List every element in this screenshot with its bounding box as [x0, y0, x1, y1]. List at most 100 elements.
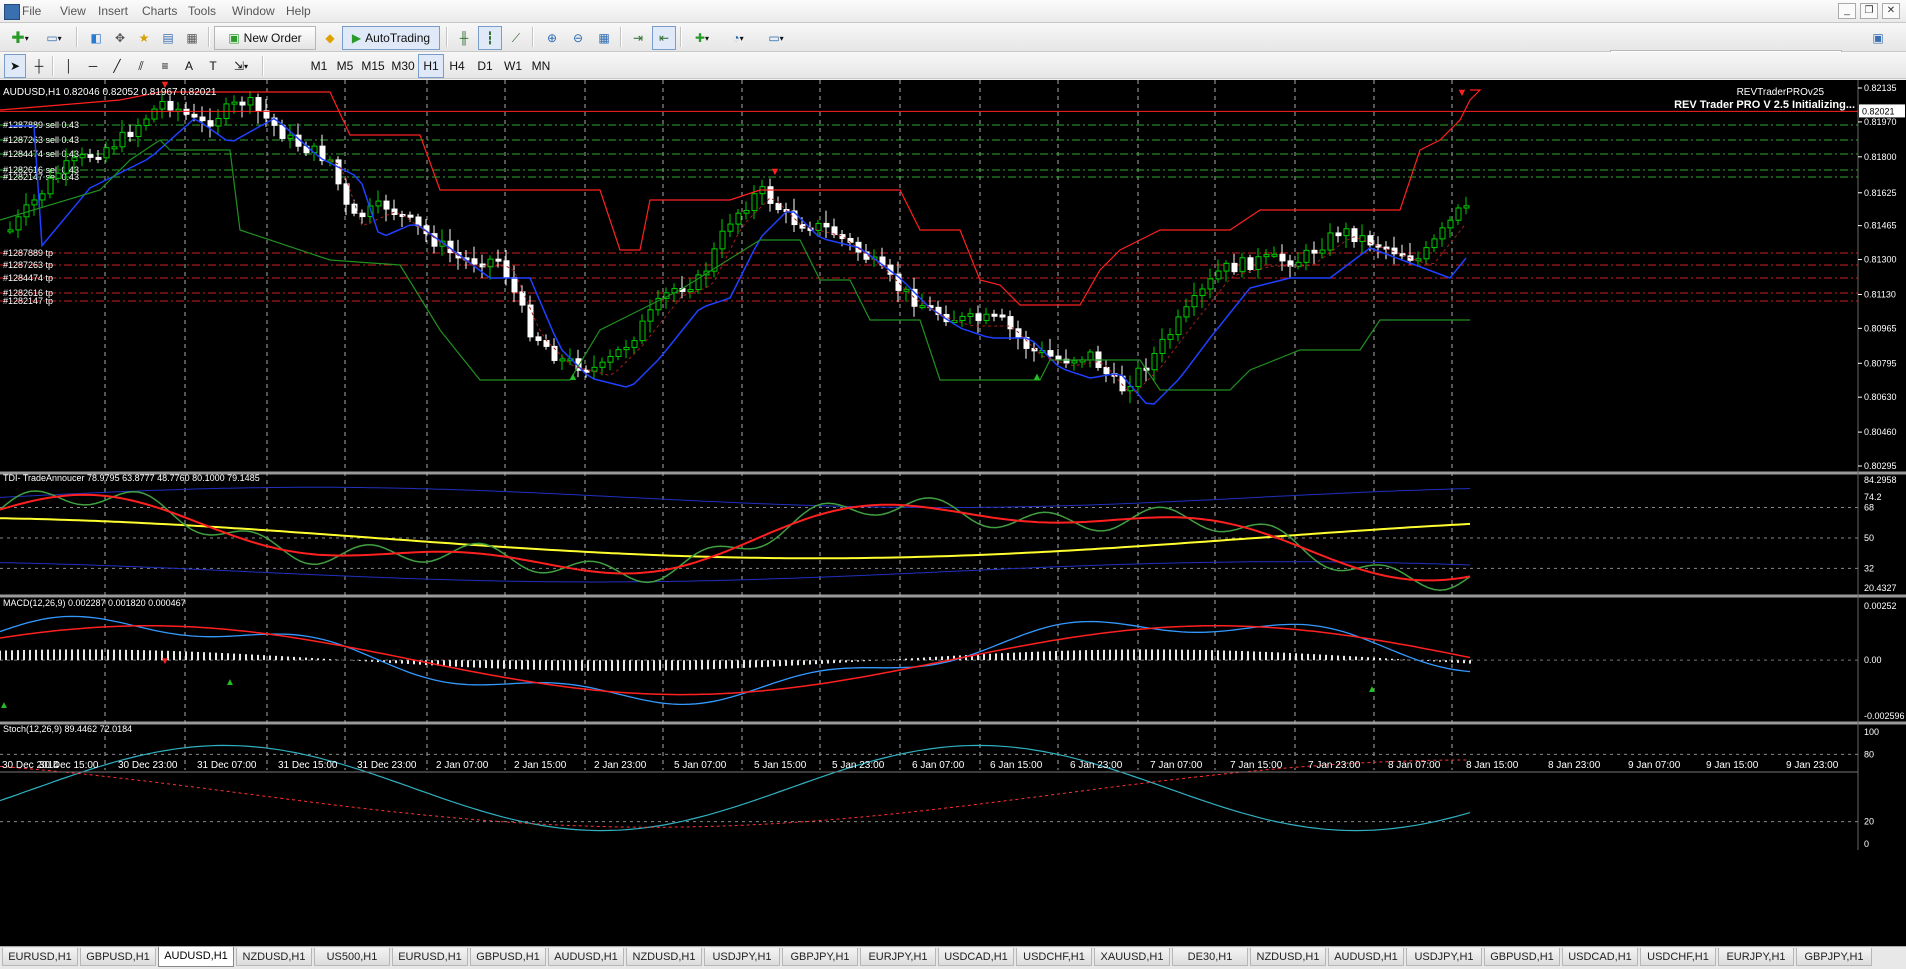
- navigator-icon[interactable]: ★: [132, 26, 156, 50]
- chart-tab[interactable]: USDJPY,H1: [1406, 948, 1482, 966]
- menu-window[interactable]: Window: [232, 4, 275, 18]
- tf-d1[interactable]: D1: [472, 54, 498, 78]
- chart-tab[interactable]: USDCHF,H1: [1016, 948, 1092, 966]
- templates-icon[interactable]: ▭ ▾: [758, 26, 794, 50]
- menu-file[interactable]: File: [22, 4, 41, 18]
- data-window-icon[interactable]: ✥: [108, 26, 132, 50]
- chart-tab[interactable]: EURUSD,H1: [2, 948, 78, 966]
- periods-icon[interactable]: ◔ ▾: [720, 26, 756, 50]
- text-icon[interactable]: A: [178, 54, 200, 78]
- menu-help[interactable]: Help: [286, 4, 311, 18]
- candle-body: [1223, 262, 1230, 272]
- zoom-out-icon[interactable]: ⊖: [566, 26, 590, 50]
- autoscroll-icon[interactable]: ⇥: [626, 26, 650, 50]
- zoom-in-icon[interactable]: ⊕: [540, 26, 564, 50]
- candle-body: [1159, 338, 1166, 354]
- equidistant-channel-icon[interactable]: ⫽: [130, 54, 152, 78]
- candle-body: [1343, 228, 1350, 237]
- candle-body: [519, 291, 526, 306]
- tf-m1[interactable]: M1: [306, 54, 332, 78]
- candle-body: [63, 160, 70, 174]
- bar-chart-icon[interactable]: ╫: [452, 26, 476, 50]
- chart-tab[interactable]: EURJPY,H1: [1718, 948, 1794, 966]
- candle-body: [191, 113, 198, 118]
- chart-tab[interactable]: GBPUSD,H1: [470, 948, 546, 966]
- line-chart-icon[interactable]: ⟋: [504, 26, 528, 50]
- chart-tab[interactable]: USDCAD,H1: [1562, 948, 1638, 966]
- crosshair-icon[interactable]: ┼: [28, 54, 50, 78]
- tf-m15[interactable]: M15: [358, 54, 388, 78]
- autotrading-button[interactable]: ▶ AutoTrading: [342, 26, 440, 50]
- new-order-button[interactable]: ▣ New Order: [214, 26, 316, 50]
- chart-tab[interactable]: US500,H1: [314, 948, 390, 966]
- candle-body: [975, 313, 982, 321]
- tf-w1[interactable]: W1: [500, 54, 526, 78]
- buy-arrow-icon: ▲: [1032, 371, 1043, 383]
- trendline-icon[interactable]: ╱: [106, 54, 128, 78]
- chart-tab[interactable]: EURUSD,H1: [392, 948, 468, 966]
- fibonacci-icon[interactable]: ≡: [154, 54, 176, 78]
- arrows-icon[interactable]: ⇲ ▾: [226, 54, 256, 78]
- tester-icon[interactable]: ▦: [180, 26, 204, 50]
- chart-tab[interactable]: USDJPY,H1: [704, 948, 780, 966]
- chart-tab[interactable]: USDCAD,H1: [938, 948, 1014, 966]
- cursor-icon[interactable]: ➤: [4, 54, 26, 78]
- candle-body: [639, 320, 646, 342]
- candle-body: [55, 172, 62, 179]
- new-chart-icon[interactable]: ✚ ▾: [4, 26, 36, 50]
- ea-name: REVTraderPROv25: [1737, 87, 1825, 98]
- restore-icon[interactable]: ❐: [1860, 3, 1878, 19]
- chart-tab[interactable]: GBPJPY,H1: [782, 948, 858, 966]
- profiles-icon[interactable]: ▭ ▾: [38, 26, 70, 50]
- candle-body: [591, 366, 598, 372]
- chart-tab[interactable]: AUDUSD,H1: [1328, 948, 1404, 966]
- chart-tab[interactable]: GBPUSD,H1: [1484, 948, 1560, 966]
- candle-body: [7, 229, 14, 233]
- tdi-tick-label: 84.2958: [1864, 475, 1897, 485]
- candle-body: [31, 199, 38, 206]
- tf-mn[interactable]: MN: [528, 54, 554, 78]
- chart-tab[interactable]: USDCHF,H1: [1640, 948, 1716, 966]
- chart-tab[interactable]: XAUUSD,H1: [1094, 948, 1170, 966]
- candlestick-icon[interactable]: ┇: [478, 26, 502, 50]
- candle-body: [495, 258, 502, 262]
- chart-tab[interactable]: AUDUSD,H1: [548, 948, 624, 966]
- line-studies-toolbar: ➤ ┼ │ ─ ╱ ⫽ ≡ A T ⇲ ▾ M1 M5 M15 M30 H1 H4…: [0, 52, 1906, 79]
- chart-tab[interactable]: EURJPY,H1: [860, 948, 936, 966]
- menu-tools[interactable]: Tools: [188, 4, 216, 18]
- tf-m5[interactable]: M5: [332, 54, 358, 78]
- vertical-line-icon[interactable]: │: [58, 54, 80, 78]
- chart-shift-icon[interactable]: ⇤: [652, 26, 676, 50]
- menu-insert[interactable]: Insert: [98, 4, 128, 18]
- order-label-sell: #1287263 sell 0.43: [3, 135, 79, 145]
- tile-windows-icon[interactable]: ▦: [592, 26, 616, 50]
- market-watch-icon[interactable]: ◧: [84, 26, 108, 50]
- chart-tab[interactable]: GBPJPY,H1: [1796, 948, 1872, 966]
- candle-body: [103, 147, 110, 159]
- metaeditor-icon[interactable]: ◆: [318, 26, 342, 50]
- minimize-icon[interactable]: _: [1838, 3, 1856, 19]
- tf-h1[interactable]: H1: [418, 54, 444, 78]
- tf-h4[interactable]: H4: [444, 54, 470, 78]
- chart-window[interactable]: #1287889 sell 0.43 #1287263 sell 0.43 #128…: [0, 79, 1906, 946]
- indicators-icon[interactable]: ✚ ▾: [686, 26, 718, 50]
- price-tick-label: 0.80965: [1864, 323, 1897, 333]
- chart-tab[interactable]: NZDUSD,H1: [1250, 948, 1326, 966]
- price-chart-canvas[interactable]: #1287889 sell 0.43 #1287263 sell 0.43 #128…: [0, 79, 1906, 946]
- chat-icon[interactable]: ▣: [1866, 26, 1890, 50]
- menu-charts[interactable]: Charts: [142, 4, 177, 18]
- stoch-header: Stoch(12,26,9) 89.4462 72.0184: [3, 724, 132, 734]
- app-icon[interactable]: [4, 4, 20, 20]
- tf-m30[interactable]: M30: [388, 54, 418, 78]
- chart-tab[interactable]: AUDUSD,H1: [158, 947, 234, 967]
- chart-tab[interactable]: DE30,H1: [1172, 948, 1248, 966]
- close-icon[interactable]: ✕: [1882, 3, 1900, 19]
- menu-view[interactable]: View: [60, 4, 86, 18]
- tdi-tick-label: 74.2: [1864, 492, 1882, 502]
- terminal-icon[interactable]: ▤: [156, 26, 180, 50]
- horizontal-line-icon[interactable]: ─: [82, 54, 104, 78]
- chart-tab[interactable]: NZDUSD,H1: [236, 948, 312, 966]
- chart-tab[interactable]: NZDUSD,H1: [626, 948, 702, 966]
- text-label-icon[interactable]: T: [202, 54, 224, 78]
- chart-tab[interactable]: GBPUSD,H1: [80, 948, 156, 966]
